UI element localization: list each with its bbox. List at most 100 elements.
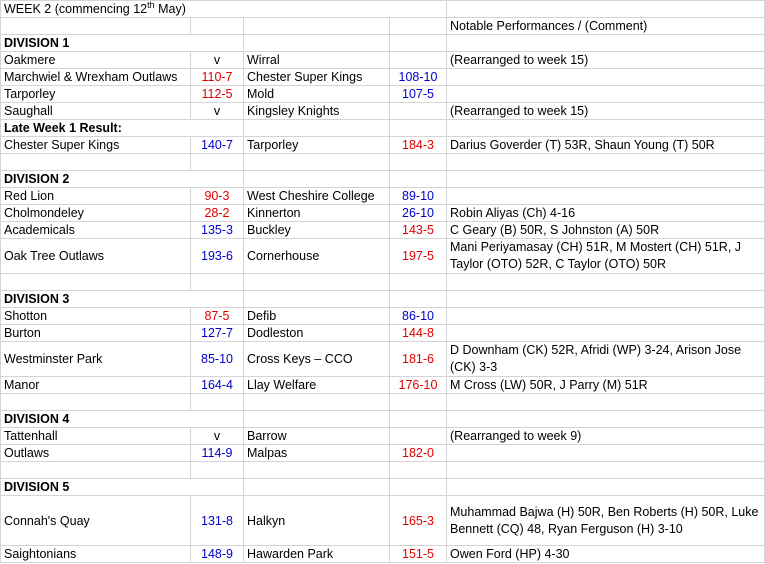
empty-cell: [446, 410, 765, 428]
empty-cell: [190, 273, 244, 291]
match-row: Chester Super Kings 140-7 Tarporley 184-3 Da…: [0, 136, 765, 154]
home-team: Burton: [0, 324, 191, 342]
away-team: Hawarden Park: [243, 545, 390, 563]
performance-note: [446, 324, 765, 342]
empty-cell: [446, 153, 765, 171]
away-team: Llay Welfare: [243, 376, 390, 394]
empty-cell: [243, 393, 390, 411]
match-row: Marchwiel & Wrexham Outlaws 110-7 Chester …: [0, 68, 765, 86]
home-team: Shotton: [0, 307, 191, 325]
empty-cell: [243, 17, 390, 35]
performance-note: [446, 187, 765, 205]
empty-cell: [190, 17, 244, 35]
empty-cell: [389, 119, 447, 137]
away-team: Tarporley: [243, 136, 390, 154]
match-row: Burton 127-7 Dodleston 144-8: [0, 324, 765, 342]
away-score: 181-6: [389, 341, 447, 377]
match-row: Red Lion 90-3 West Cheshire College 89-10: [0, 187, 765, 205]
home-score: v: [190, 427, 244, 445]
match-row: Oakmere v Wirral (Rearranged to week 15): [0, 51, 765, 69]
empty-cell: [0, 273, 191, 291]
home-score: 140-7: [190, 136, 244, 154]
empty-cell: [190, 153, 244, 171]
performance-note: Darius Goverder (T) 53R, Shaun Young (T)…: [446, 136, 765, 154]
empty-cell: [243, 461, 390, 479]
division-header-row: DIVISION 3: [0, 290, 765, 308]
division-header: Late Week 1 Result:: [0, 119, 244, 137]
division-header-row: DIVISION 5: [0, 478, 765, 496]
match-row: Saughall v Kingsley Knights (Rearranged to …: [0, 102, 765, 120]
away-score: 151-5: [389, 545, 447, 563]
home-score: 90-3: [190, 187, 244, 205]
home-team: Red Lion: [0, 187, 191, 205]
empty-cell: [389, 170, 447, 188]
home-team: Saughall: [0, 102, 191, 120]
empty-cell: [446, 119, 765, 137]
home-team: Oakmere: [0, 51, 191, 69]
empty-cell: [446, 273, 765, 291]
home-team: Academicals: [0, 221, 191, 239]
performance-note: (Rearranged to week 15): [446, 102, 765, 120]
away-team: Mold: [243, 85, 390, 103]
home-score: 131-8: [190, 495, 244, 546]
home-team: Oak Tree Outlaws: [0, 238, 191, 274]
empty-cell: [389, 410, 447, 428]
home-score: 148-9: [190, 545, 244, 563]
away-team: Kingsley Knights: [243, 102, 390, 120]
away-score: 26-10: [389, 204, 447, 222]
spacer-row: [0, 393, 765, 411]
match-row: Saightonians 148-9 Hawarden Park 151-5 Owen …: [0, 545, 765, 563]
performance-note: (Rearranged to week 9): [446, 427, 765, 445]
home-team: Saightonians: [0, 545, 191, 563]
empty-cell: [243, 273, 390, 291]
spacer-row: [0, 153, 765, 171]
empty-cell: [0, 17, 191, 35]
home-score: v: [190, 51, 244, 69]
title-row: WEEK 2 (commencing 12th May): [0, 0, 765, 18]
away-team: Chester Super Kings: [243, 68, 390, 86]
empty-cell: [243, 119, 390, 137]
performance-note: [446, 85, 765, 103]
division-header-row: DIVISION 1: [0, 34, 765, 52]
comment-header: Notable Performances / (Comment): [446, 17, 765, 35]
away-score: 86-10: [389, 307, 447, 325]
away-team: Wirral: [243, 51, 390, 69]
away-team: Kinnerton: [243, 204, 390, 222]
division-header: DIVISION 5: [0, 478, 244, 496]
empty-cell: [446, 170, 765, 188]
away-team: Barrow: [243, 427, 390, 445]
away-team: Defib: [243, 307, 390, 325]
away-score: 184-3: [389, 136, 447, 154]
match-row: Connah's Quay 131-8 Halkyn 165-3 Muhammad Ba…: [0, 495, 765, 546]
home-team: Chester Super Kings: [0, 136, 191, 154]
performance-note: D Downham (CK) 52R, Afridi (WP) 3-24, Ar…: [446, 341, 765, 377]
division-header: DIVISION 4: [0, 410, 244, 428]
empty-cell: [389, 478, 447, 496]
division-header-row: Late Week 1 Result:: [0, 119, 765, 137]
away-team: Dodleston: [243, 324, 390, 342]
empty-cell: [389, 461, 447, 479]
division-header-row: DIVISION 2: [0, 170, 765, 188]
home-score: 110-7: [190, 68, 244, 86]
empty-cell: [389, 34, 447, 52]
empty-cell: [243, 153, 390, 171]
home-team: Connah's Quay: [0, 495, 191, 546]
away-score: 89-10: [389, 187, 447, 205]
away-score: 176-10: [389, 376, 447, 394]
sheet-title: WEEK 2 (commencing 12th May): [0, 0, 447, 18]
empty-cell: [0, 461, 191, 479]
away-team: Buckley: [243, 221, 390, 239]
away-score: 143-5: [389, 221, 447, 239]
performance-note: M Cross (LW) 50R, J Parry (M) 51R: [446, 376, 765, 394]
away-team: Malpas: [243, 444, 390, 462]
performance-note: [446, 307, 765, 325]
home-team: Marchwiel & Wrexham Outlaws: [0, 68, 191, 86]
match-row: Shotton 87-5 Defib 86-10: [0, 307, 765, 325]
away-score: [389, 102, 447, 120]
match-row: Manor 164-4 Llay Welfare 176-10 M Cross (LW)…: [0, 376, 765, 394]
match-row: Westminster Park 85-10 Cross Keys – CCO 181…: [0, 341, 765, 377]
empty-cell: [389, 153, 447, 171]
match-row: Academicals 135-3 Buckley 143-5 C Geary (B) …: [0, 221, 765, 239]
home-score: 28-2: [190, 204, 244, 222]
empty-cell: [190, 393, 244, 411]
